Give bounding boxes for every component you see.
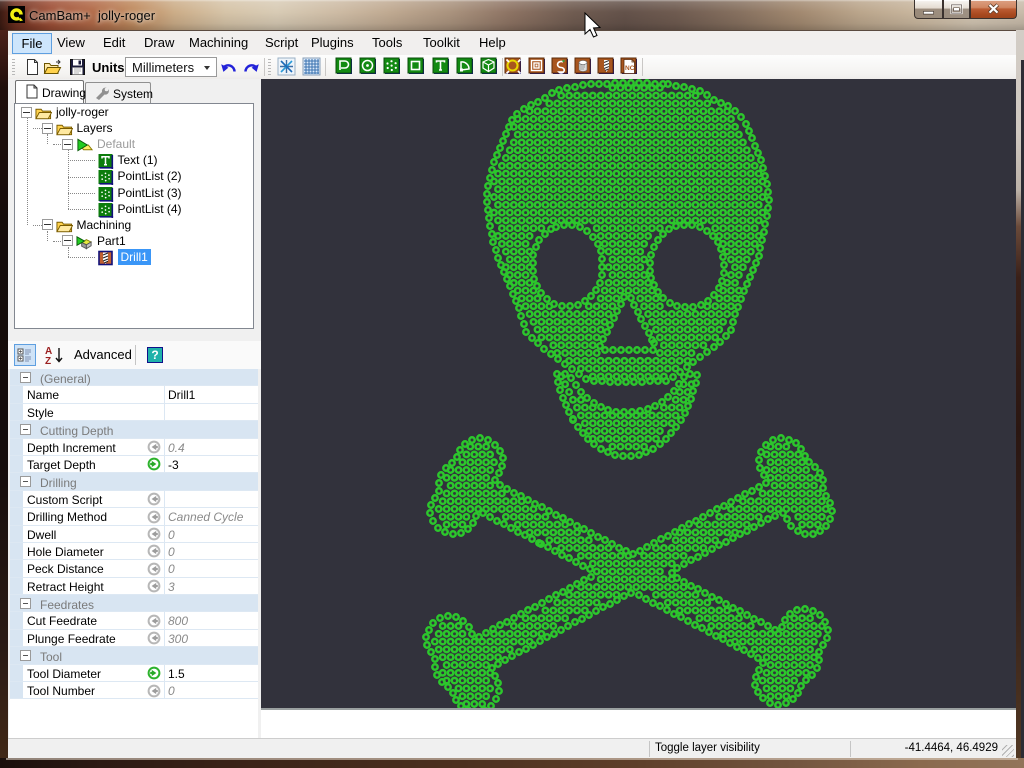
svg-text:Z: Z — [45, 356, 51, 365]
svg-text:NC: NC — [625, 65, 635, 72]
